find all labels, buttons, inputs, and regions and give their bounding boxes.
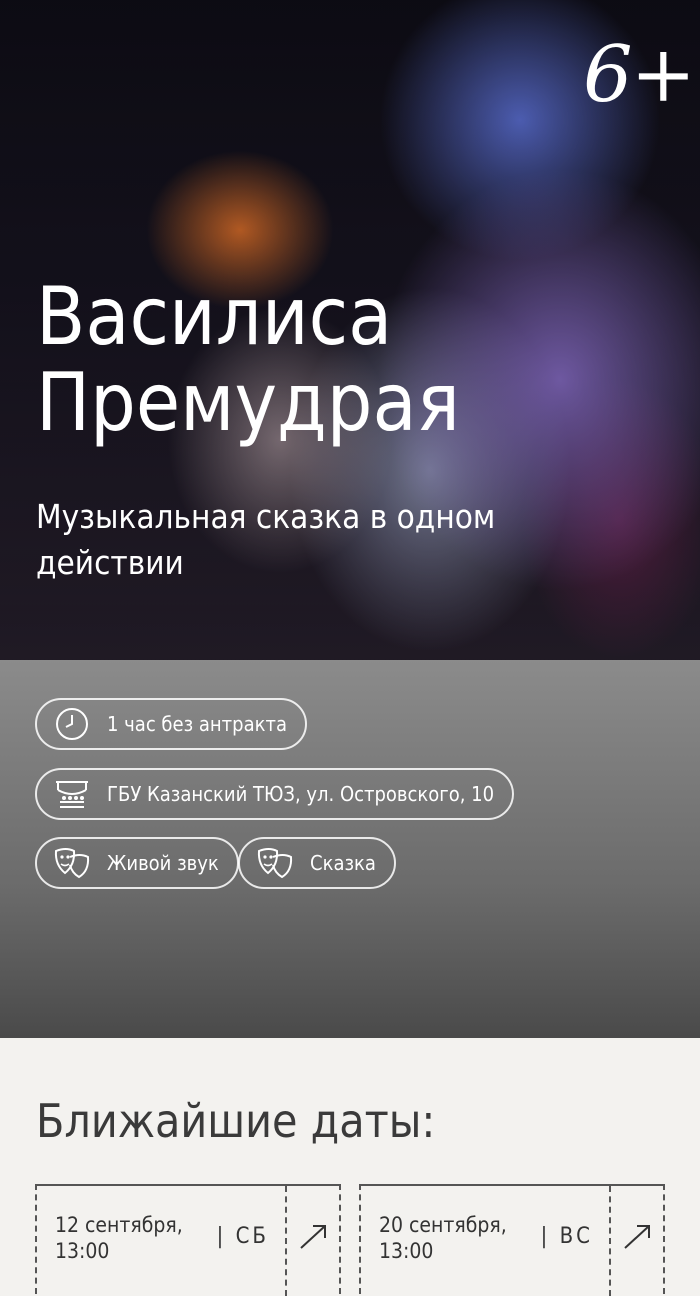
section-heading: Ближайшие даты: (36, 1094, 436, 1148)
ticket-time: 13:00 (379, 1239, 434, 1263)
theater-masks-icon (254, 844, 296, 882)
show-title-line1: Василиса (36, 270, 393, 363)
arrow-up-right-icon[interactable] (621, 1220, 653, 1252)
ticket-date: 12 сентября, 13:00 (55, 1212, 183, 1264)
tag-label: Живой звук (107, 851, 219, 875)
arrow-up-right-icon[interactable] (297, 1220, 329, 1252)
age-rating: 6+ (583, 30, 696, 120)
duration-chip: 1 час без антракта (35, 698, 307, 750)
date-ticket[interactable]: 12 сентября, 13:00 | СБ (35, 1184, 341, 1296)
venue-chip[interactable]: ГБУ Казанский ТЮЗ, ул. Островского, 10 (35, 768, 515, 820)
theater-building-icon (51, 775, 93, 813)
show-info-panel: 1 час без антракта ГБУ Казанский ТЮЗ, ул… (0, 660, 700, 1038)
upcoming-dates-section: Ближайшие даты: 12 сентября, 13:00 | СБ … (0, 1038, 700, 1296)
date-ticket[interactable]: 20 сентября, 13:00 | ВС (359, 1184, 665, 1296)
tag-chip-live-sound[interactable]: Живой звук (35, 837, 239, 889)
clock-icon (51, 705, 93, 743)
ticket-weekday: | СБ (216, 1224, 269, 1249)
show-title-line2: Премудрая (36, 356, 460, 449)
venue-label: ГБУ Казанский ТЮЗ, ул. Островского, 10 (107, 782, 495, 806)
tag-label: Сказка (310, 851, 376, 875)
tag-chip-fairy-tale[interactable]: Сказка (238, 837, 396, 889)
ticket-date: 20 сентября, 13:00 (379, 1212, 507, 1264)
ticket-weekday: | ВС (540, 1224, 593, 1249)
ticket-time: 13:00 (55, 1239, 110, 1263)
theater-masks-icon (51, 844, 93, 882)
ticket-date-day: 12 сентября, (55, 1213, 183, 1237)
show-subtitle: Музыкальная сказка в одном действии (36, 497, 496, 582)
ticket-date-day: 20 сентября, (379, 1213, 507, 1237)
duration-label: 1 час без антракта (107, 712, 287, 736)
hero-banner: 6+ Василиса Премудрая Музыкальная сказка… (0, 0, 700, 660)
show-title: Василиса Премудрая (36, 274, 556, 446)
